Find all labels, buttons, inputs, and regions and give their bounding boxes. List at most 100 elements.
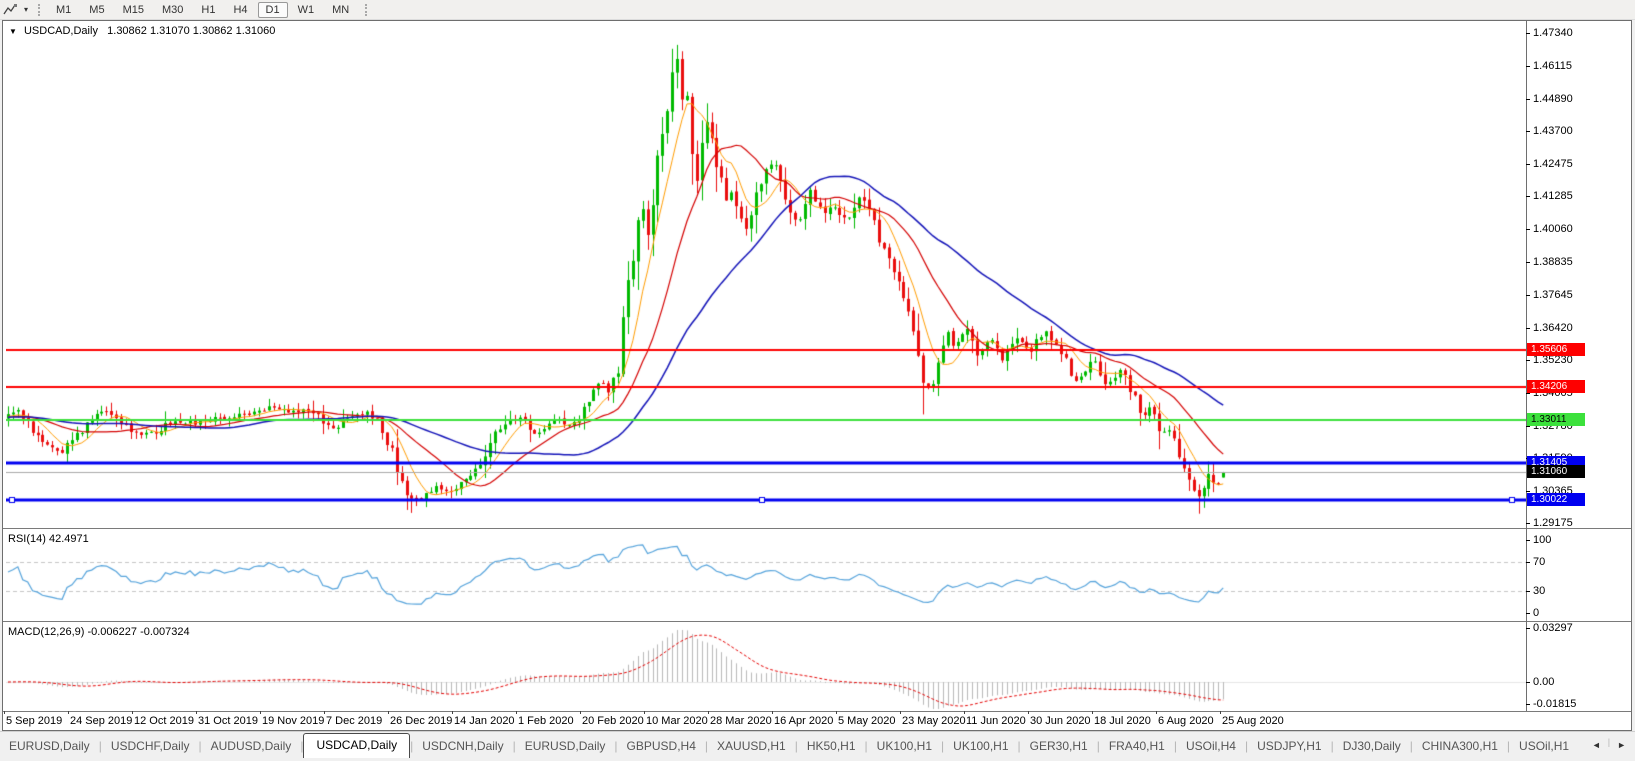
price-tick-dash (1526, 523, 1530, 524)
macd-tick-label: -0.01815 (1533, 698, 1577, 710)
chart-tab-xauusd-h1[interactable]: XAUUSD,H1 (708, 735, 795, 758)
tab-scroll-left-button[interactable]: ◄ (1591, 740, 1602, 750)
time-axis-tick (836, 711, 837, 714)
price-level-badge: 1.30022 (1527, 493, 1585, 506)
timeframe-button-group: M1 M5 M15 M30 H1 H4 D1 W1 MN (47, 1, 358, 18)
time-axis-label: 10 Mar 2020 (646, 715, 708, 727)
rsi-tick-label: 70 (1533, 556, 1546, 568)
price-tick-dash (1526, 426, 1530, 427)
chart-tab-uk100-h1[interactable]: UK100,H1 (868, 735, 941, 758)
timeframe-button-h4[interactable]: H4 (225, 2, 255, 18)
chart-tab-china300-h1[interactable]: CHINA300,H1 (1413, 735, 1507, 758)
rsi-indicator-canvas[interactable] (6, 530, 1526, 620)
price-tick-label: 1.44890 (1533, 93, 1573, 105)
chart-tab-usoil-h4[interactable]: USOil,H4 (1177, 735, 1245, 758)
chart-tab-usoil-h1[interactable]: USOil,H1 (1510, 735, 1578, 758)
time-axis-line (2, 711, 1632, 712)
time-axis-label: 18 Jul 2020 (1094, 715, 1151, 727)
chart-tab-usdcnh-daily[interactable]: USDCNH,Daily (413, 735, 512, 758)
time-axis-label: 11 Jun 2020 (966, 715, 1026, 727)
time-axis-label: 12 Oct 2019 (134, 715, 194, 727)
price-tick-dash (1526, 99, 1530, 100)
timeframe-button-m15[interactable]: M15 (115, 2, 152, 18)
chart-tab-eurusd-daily[interactable]: EURUSD,Daily (0, 735, 99, 758)
chart-tab-uk100-h1[interactable]: UK100,H1 (944, 735, 1017, 758)
macd-tick-label: 0.03297 (1533, 622, 1573, 634)
time-axis-label: 25 Aug 2020 (1222, 715, 1284, 727)
chart-tab-fra40-h1[interactable]: FRA40,H1 (1100, 735, 1174, 758)
time-axis-label: 14 Jan 2020 (454, 715, 515, 727)
price-tick-dash (1526, 295, 1530, 296)
price-chart-canvas[interactable] (6, 21, 1526, 528)
macd-tick-dash (1526, 628, 1530, 629)
chart-symbol-label: USDCAD,Daily (23, 25, 98, 37)
tab-scroll-right-button[interactable]: ► (1616, 740, 1627, 750)
price-level-badge: 1.34206 (1527, 380, 1585, 393)
price-tick-dash (1526, 66, 1530, 67)
chart-tab-ger30-h1[interactable]: GER30,H1 (1021, 735, 1097, 758)
price-tick-dash (1526, 131, 1530, 132)
chart-tab-gbpusd-h4[interactable]: GBPUSD,H4 (618, 735, 705, 758)
time-axis-label: 1 Feb 2020 (518, 715, 574, 727)
timeframe-button-d1[interactable]: D1 (257, 1, 288, 18)
chart-title: ▼ USDCAD,Daily 1.30862 1.31070 1.30862 1… (9, 25, 275, 37)
price-tick-label: 1.46115 (1533, 60, 1572, 72)
time-axis-tick (1092, 711, 1093, 714)
price-axis-separator[interactable] (1526, 20, 1527, 711)
toolbar-grip-end[interactable] (365, 3, 368, 16)
chart-tab-dj30-daily[interactable]: DJ30,Daily (1334, 735, 1410, 758)
pane-separator-main-rsi[interactable] (2, 528, 1632, 529)
timeframe-button-m1[interactable]: M1 (48, 2, 79, 18)
timeframe-button-h1[interactable]: H1 (193, 2, 223, 18)
time-axis-tick (324, 711, 325, 714)
price-tick-dash (1526, 491, 1530, 492)
tab-scroll-controls: ◄ | ► (1587, 737, 1635, 758)
time-axis-tick (644, 711, 645, 714)
window-border-left (2, 20, 3, 731)
macd-indicator-canvas[interactable] (6, 623, 1526, 710)
timeframe-button-mn[interactable]: MN (324, 2, 357, 18)
price-tick-label: 1.29175 (1533, 517, 1573, 529)
timeframe-button-m5[interactable]: M5 (81, 2, 112, 18)
time-axis-label: 24 Sep 2019 (70, 715, 133, 727)
rsi-tick-dash (1526, 613, 1530, 614)
time-axis-label: 23 May 2020 (902, 715, 966, 727)
time-axis-tick (900, 711, 901, 714)
price-tick-dash (1526, 393, 1530, 394)
window-border-right (1631, 20, 1632, 731)
chart-tab-audusd-daily[interactable]: AUDUSD,Daily (202, 735, 301, 758)
chart-tab-eurusd-daily[interactable]: EURUSD,Daily (516, 735, 615, 758)
price-level-badge: 1.35606 (1527, 343, 1585, 356)
timeframe-button-w1[interactable]: W1 (290, 2, 323, 18)
price-tick-label: 1.41285 (1533, 190, 1573, 202)
macd-tick-dash (1526, 704, 1530, 705)
chart-tab-usdcad-daily[interactable]: USDCAD,Daily (303, 733, 411, 758)
line-studies-button[interactable] (0, 2, 21, 17)
macd-tick-dash (1526, 682, 1530, 683)
price-tick-label: 1.40060 (1533, 223, 1573, 235)
timeframe-button-m30[interactable]: M30 (154, 2, 191, 18)
time-axis-label: 19 Nov 2019 (262, 715, 325, 727)
price-tick-label: 1.47340 (1533, 27, 1573, 39)
line-studies-dropdown-button[interactable]: ▾ (21, 5, 31, 14)
rsi-tick-label: 100 (1533, 534, 1552, 546)
chart-ohlc-values: 1.30862 1.31070 1.30862 1.31060 (107, 25, 276, 37)
time-axis-tick (1220, 711, 1221, 714)
chart-tab-strip: EURUSD,Daily | USDCHF,Daily | AUDUSD,Daily | U… (0, 731, 1635, 761)
chart-window: ▼ USDCAD,Daily 1.30862 1.31070 1.30862 1… (2, 20, 1632, 731)
time-axis-tick (708, 711, 709, 714)
chart-tab-usdjpy-h1[interactable]: USDJPY,H1 (1248, 735, 1330, 758)
price-tick-label: 1.37645 (1533, 289, 1573, 301)
chart-tab-hk50-h1[interactable]: HK50,H1 (798, 735, 865, 758)
time-axis-label: 20 Feb 2020 (582, 715, 644, 727)
time-axis-tick (516, 711, 517, 714)
time-axis-tick (260, 711, 261, 714)
time-axis-tick (388, 711, 389, 714)
chart-dropdown-icon[interactable]: ▼ (9, 27, 17, 36)
chart-tab-usdchf-daily[interactable]: USDCHF,Daily (102, 735, 199, 758)
toolbar-grip[interactable] (38, 3, 41, 16)
polyline-icon (3, 4, 17, 15)
chart-tab-bar: EURUSD,Daily | USDCHF,Daily | AUDUSD,Daily | U… (0, 733, 1635, 758)
pane-separator-rsi-macd[interactable] (2, 621, 1632, 622)
price-tick-dash (1526, 328, 1530, 329)
